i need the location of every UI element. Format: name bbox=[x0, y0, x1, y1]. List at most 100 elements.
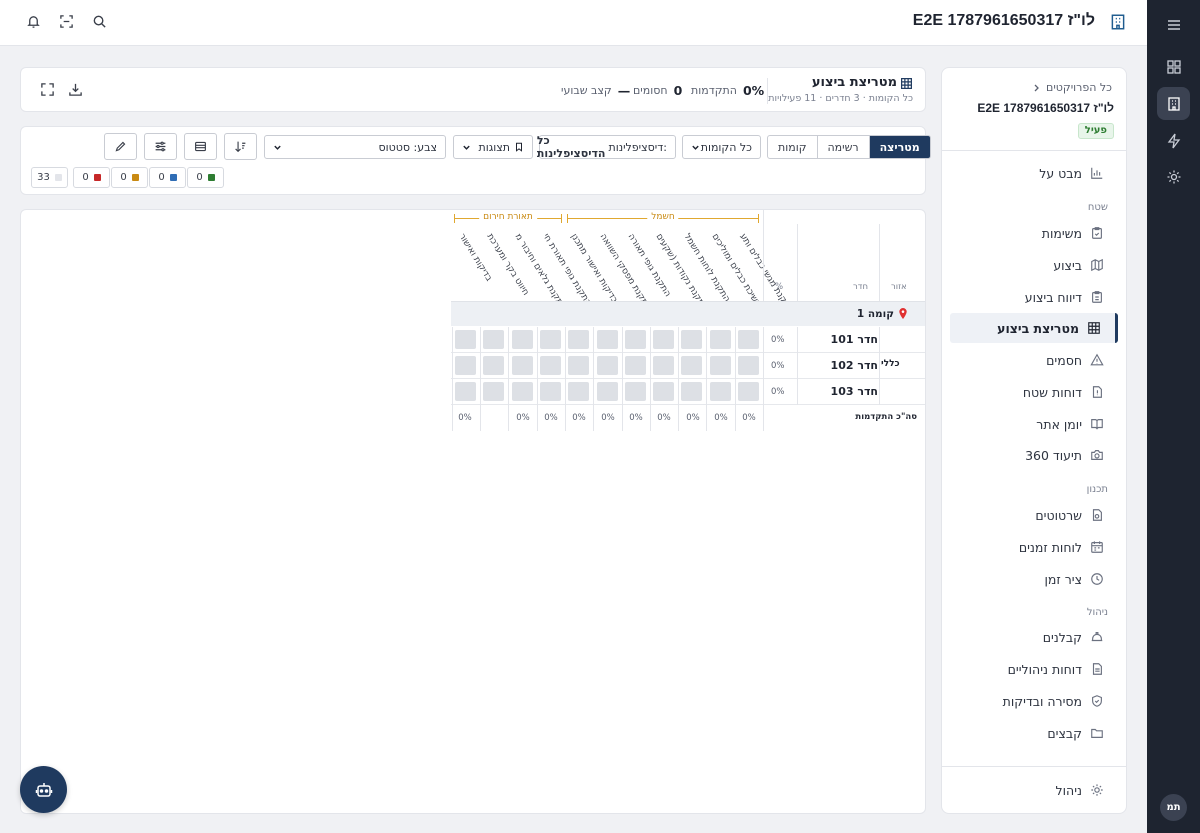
matrix-cell[interactable] bbox=[455, 356, 476, 375]
section-label-field: שטח bbox=[1087, 202, 1108, 213]
matrix-cell[interactable] bbox=[653, 330, 675, 349]
back-to-projects-link[interactable]: כל הפרויקטים bbox=[1032, 81, 1112, 94]
matrix-cell[interactable] bbox=[455, 382, 476, 401]
sidebar-item-label: מבט על bbox=[1039, 165, 1082, 181]
filter-button[interactable] bbox=[144, 133, 177, 160]
sidebar-item-admin[interactable]: ניהול bbox=[950, 775, 1118, 805]
matrix-cell[interactable] bbox=[653, 356, 675, 375]
discipline-value: כל הדיסציפלינות bbox=[536, 134, 606, 160]
chip-count: 0 bbox=[196, 172, 203, 183]
edit-button[interactable] bbox=[104, 133, 137, 160]
document-icon bbox=[1090, 662, 1104, 676]
search-icon[interactable] bbox=[92, 14, 107, 29]
lightning-icon[interactable] bbox=[1157, 124, 1190, 157]
density-button[interactable] bbox=[184, 133, 217, 160]
section-label-planning: תכנון bbox=[1086, 484, 1108, 495]
matrix-cell[interactable] bbox=[483, 356, 505, 375]
color-by-select[interactable]: צבע: סטטוס bbox=[264, 135, 446, 159]
matrix-cell[interactable] bbox=[653, 382, 675, 401]
sidebar-item-site-log[interactable]: יומן אתר bbox=[950, 409, 1118, 439]
group-header-emergency-lighting: תאורת חירום bbox=[454, 212, 562, 224]
matrix-cell[interactable] bbox=[539, 330, 561, 349]
floors-select[interactable]: כל הקומות bbox=[682, 135, 761, 159]
matrix-cell[interactable] bbox=[596, 330, 618, 349]
sidebar-item-field-reports[interactable]: דוחות שטח bbox=[950, 377, 1118, 407]
gear-icon[interactable] bbox=[1157, 160, 1190, 193]
matrix-cell[interactable] bbox=[539, 356, 561, 375]
sidebar-item-execution[interactable]: ביצוע bbox=[950, 250, 1118, 280]
assistant-button[interactable] bbox=[20, 766, 67, 813]
legend-chip-in-progress[interactable]: 0 bbox=[149, 167, 186, 188]
sidebar-item-execution-matrix[interactable]: מטריצת ביצוע bbox=[950, 313, 1118, 343]
sidebar-item-management-reports[interactable]: דוחות ניהוליים bbox=[950, 654, 1118, 684]
matrix-cell[interactable] bbox=[483, 330, 505, 349]
matrix-cell[interactable] bbox=[624, 330, 646, 349]
matrix-cell[interactable] bbox=[624, 382, 646, 401]
group-label: תאורת חירום bbox=[479, 212, 537, 222]
matrix-cell[interactable] bbox=[738, 356, 759, 375]
sidebar-item-timeline[interactable]: ציר זמן bbox=[950, 564, 1118, 594]
matrix-cell[interactable] bbox=[511, 382, 533, 401]
scan-icon[interactable] bbox=[59, 14, 74, 29]
sort-button[interactable] bbox=[224, 133, 257, 160]
matrix-cell[interactable] bbox=[709, 356, 731, 375]
building-icon[interactable] bbox=[1157, 87, 1190, 120]
menu-icon[interactable] bbox=[1157, 8, 1190, 41]
group-label: חשמל bbox=[647, 212, 679, 222]
tab-list[interactable]: רשימה bbox=[818, 136, 870, 158]
sidebar-item-schedules[interactable]: לוחות זמנים bbox=[950, 532, 1118, 562]
matrix-cell[interactable] bbox=[511, 356, 533, 375]
matrix-cell[interactable] bbox=[681, 330, 703, 349]
matrix-cell[interactable] bbox=[511, 330, 533, 349]
matrix-cell[interactable] bbox=[596, 382, 618, 401]
matrix-cell[interactable] bbox=[709, 330, 731, 349]
sidebar-item-drawings[interactable]: שרטוטים bbox=[950, 500, 1118, 530]
calendar-icon bbox=[1090, 540, 1104, 554]
matrix-cell[interactable] bbox=[483, 382, 505, 401]
bell-icon[interactable] bbox=[26, 14, 41, 29]
legend-chip-done[interactable]: 0 bbox=[187, 167, 224, 188]
group-header-electrical: חשמל bbox=[567, 212, 759, 224]
views-label: תצוגות bbox=[478, 140, 510, 154]
matrix-cell[interactable] bbox=[709, 382, 731, 401]
blockers-value: 0 bbox=[673, 83, 683, 98]
tab-matrix[interactable]: מטריצה bbox=[869, 136, 930, 158]
matrix-cell[interactable] bbox=[681, 382, 703, 401]
discipline-select[interactable]: כל הדיסציפלינות דיסציפלינות: bbox=[536, 134, 676, 160]
dashboard-icon[interactable] bbox=[1157, 50, 1190, 83]
chevron-down-icon bbox=[273, 143, 282, 152]
tab-floors[interactable]: קומות bbox=[768, 136, 818, 158]
matrix-cell[interactable] bbox=[596, 356, 618, 375]
download-icon[interactable] bbox=[68, 82, 83, 97]
legend-chip-not-started[interactable]: 33 bbox=[31, 167, 68, 188]
legend-chip-blocked[interactable]: 0 bbox=[73, 167, 110, 188]
floor-row[interactable]: קומה 1 bbox=[451, 301, 925, 326]
legend-chip-delayed[interactable]: 0 bbox=[111, 167, 148, 188]
sidebar-item-contractors[interactable]: קבלנים bbox=[950, 622, 1118, 652]
matrix-cell[interactable] bbox=[455, 330, 476, 349]
matrix-cell[interactable] bbox=[738, 382, 759, 401]
sidebar-item-overview[interactable]: מבט על bbox=[950, 158, 1118, 188]
app-rail: תמ bbox=[1147, 0, 1200, 833]
sidebar-item-files[interactable]: קבצים bbox=[950, 718, 1118, 748]
fullscreen-icon[interactable] bbox=[40, 82, 55, 97]
sidebar-item-tasks[interactable]: משימות bbox=[950, 218, 1118, 248]
sliders-icon bbox=[154, 140, 167, 153]
matrix-cell[interactable] bbox=[738, 330, 759, 349]
sidebar-item-handover[interactable]: מסירה ובדיקות bbox=[950, 686, 1118, 716]
matrix-cell[interactable] bbox=[681, 356, 703, 375]
divider bbox=[767, 78, 768, 104]
matrix-cell[interactable] bbox=[568, 356, 590, 375]
avatar[interactable]: תמ bbox=[1160, 794, 1187, 821]
sidebar-item-360[interactable]: תיעוד 360 bbox=[950, 440, 1118, 470]
matrix-cell[interactable] bbox=[539, 382, 561, 401]
matrix-cell[interactable] bbox=[568, 330, 590, 349]
views-select[interactable]: תצוגות bbox=[453, 135, 533, 159]
matrix-cell[interactable] bbox=[568, 382, 590, 401]
color-by-value: צבע: סטטוס bbox=[378, 140, 437, 154]
sidebar-item-blockers[interactable]: חסמים bbox=[950, 345, 1118, 375]
matrix-cell[interactable] bbox=[624, 356, 646, 375]
activity-header[interactable]: משיכת כבלים ומוליכים bbox=[710, 232, 763, 309]
sidebar-item-execution-report[interactable]: דיווח ביצוע bbox=[950, 282, 1118, 312]
pin-icon bbox=[898, 308, 908, 320]
